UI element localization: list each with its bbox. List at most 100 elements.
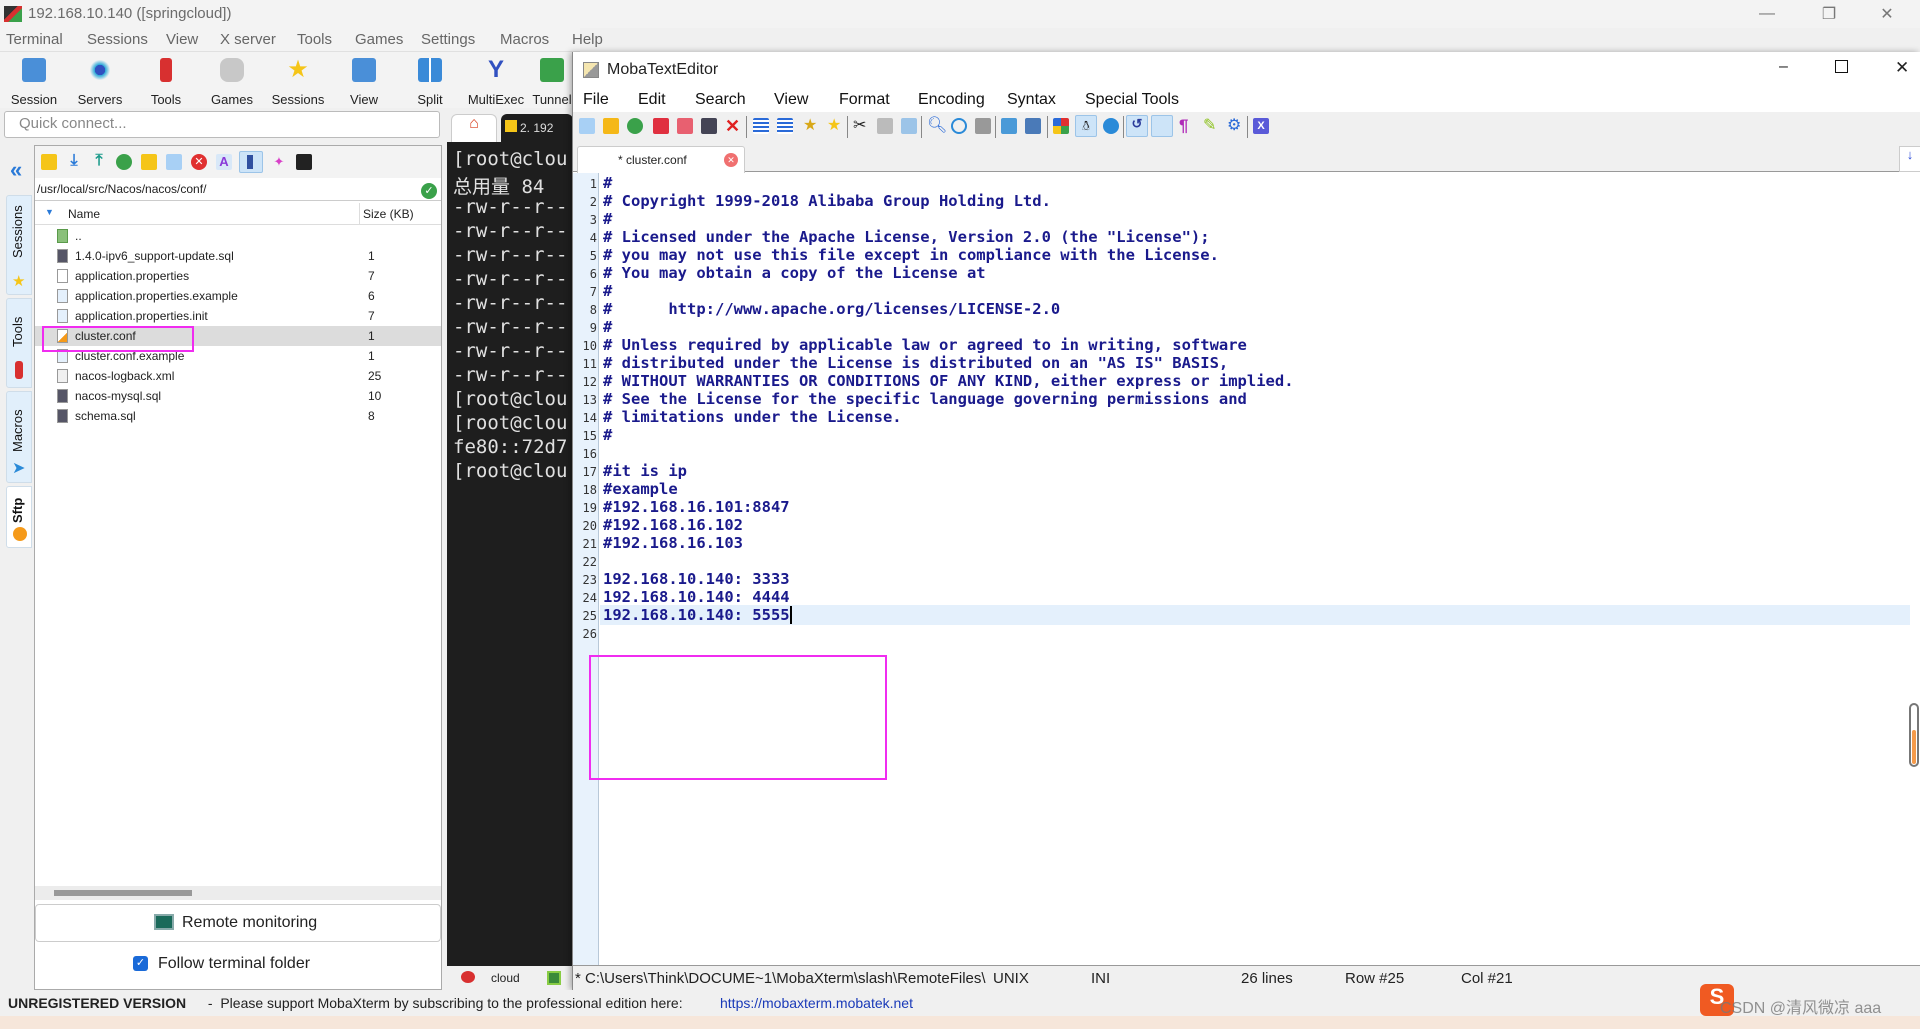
menu-xserver[interactable]: X server <box>220 31 276 48</box>
open-folder-icon[interactable] <box>603 118 619 134</box>
close-button[interactable]: ✕ <box>1864 0 1910 28</box>
menu-terminal[interactable]: Terminal <box>6 31 63 48</box>
editor-menu-encoding[interactable]: Encoding <box>918 91 985 109</box>
editor-menu-special-tools[interactable]: Special Tools <box>1085 91 1179 109</box>
minimize-button[interactable]: — <box>1744 0 1790 28</box>
file-row[interactable]: application.properties.example 6 <box>35 286 441 306</box>
terminal-session-tab[interactable]: 2. 192 <box>501 114 573 142</box>
menu-macros[interactable]: Macros <box>500 31 549 48</box>
save-icon[interactable] <box>653 118 669 134</box>
terminal-area[interactable]: [root@clou 总用量 84 -rw-r--r-- -rw-r--r-- … <box>447 108 572 966</box>
editor-menu-syntax[interactable]: Syntax <box>1007 91 1056 109</box>
compare-right-icon[interactable] <box>1025 118 1041 134</box>
games-button[interactable]: Games <box>201 56 263 108</box>
sftp-path-input[interactable]: /usr/local/src/Nacos/nacos/conf/ <box>35 179 441 201</box>
editor-text-area[interactable]: 1 2 3 4 5 6 7 8 9 10 11 12 13 14 15 16 17 18 19 20 21 22 23 24 2… <box>573 173 1920 965</box>
editor-menu-format[interactable]: Format <box>839 91 890 109</box>
file-row-parent[interactable]: .. <box>35 226 441 246</box>
menu-settings[interactable]: Settings <box>421 31 475 48</box>
remote-monitoring-button[interactable]: Remote monitoring <box>35 904 441 942</box>
new-file-icon[interactable] <box>579 118 595 134</box>
paste-icon[interactable] <box>901 118 917 134</box>
windows-eol-icon[interactable] <box>1053 118 1069 134</box>
bookmark-icon[interactable]: ★ <box>803 118 819 134</box>
linux-eol-icon[interactable]: 🐧︎ <box>1075 115 1097 137</box>
menu-sessions[interactable]: Sessions <box>87 31 148 48</box>
reload-icon[interactable] <box>627 118 643 134</box>
column-name[interactable]: Name <box>68 207 100 221</box>
servers-button[interactable]: Servers <box>69 56 131 108</box>
vertical-scrollbar[interactable] <box>1909 703 1919 767</box>
replace-icon[interactable] <box>951 118 967 134</box>
editor-maximize-button[interactable] <box>1835 60 1848 73</box>
tools-button[interactable]: Tools <box>135 56 197 108</box>
file-row[interactable]: nacos-logback.xml 25 <box>35 366 441 386</box>
refresh-icon[interactable] <box>116 154 132 170</box>
file-row[interactable]: 1.4.0-ipv6_support-update.sql 1 <box>35 246 441 266</box>
parent-folder-icon[interactable] <box>41 154 57 170</box>
editor-minimize-button[interactable]: – <box>1779 58 1788 76</box>
tab-close-icon[interactable]: ✕ <box>724 153 738 167</box>
download-icon[interactable]: ⤓ <box>66 153 82 170</box>
settings-gear-icon[interactable]: ⚙ <box>1227 118 1243 134</box>
toggle-hidden-files-icon[interactable] <box>239 151 263 173</box>
close-file-icon[interactable]: ✕ <box>725 117 741 135</box>
scrollbar-thumb[interactable] <box>54 890 192 896</box>
horizontal-scrollbar[interactable] <box>35 886 441 900</box>
goto-icon[interactable] <box>975 118 991 134</box>
exit-icon[interactable]: X <box>1253 118 1269 134</box>
indent-icon[interactable] <box>777 118 793 134</box>
side-tab-sftp[interactable]: Sftp <box>6 486 32 548</box>
split-button[interactable]: Split <box>399 56 461 108</box>
editor-menu-file[interactable]: File <box>583 91 609 109</box>
checkbox-checked-icon[interactable]: ✓ <box>133 956 148 971</box>
file-row[interactable]: nacos-mysql.sql 10 <box>35 386 441 406</box>
menu-help[interactable]: Help <box>572 31 603 48</box>
editor-tab-cluster-conf[interactable]: * cluster.conf ✕ <box>577 146 745 173</box>
magic-wand-icon[interactable]: ✦ <box>271 154 287 170</box>
save-as-icon[interactable] <box>677 118 693 134</box>
multiexec-button[interactable]: Y MultiExec <box>465 56 527 108</box>
sessions-button[interactable]: ★ Sessions <box>267 56 329 108</box>
tunnel-button[interactable]: Tunnel <box>527 56 577 108</box>
mobatek-link[interactable]: https://mobaxterm.mobatek.net <box>720 995 913 1011</box>
new-folder-icon[interactable] <box>141 154 157 170</box>
editor-menu-edit[interactable]: Edit <box>638 91 666 109</box>
editor-menu-view[interactable]: View <box>774 91 808 109</box>
menu-games[interactable]: Games <box>355 31 403 48</box>
side-tab-macros[interactable]: Macros ➤ <box>6 391 32 483</box>
file-row[interactable]: schema.sql 8 <box>35 406 441 426</box>
outdent-icon[interactable] <box>753 118 769 134</box>
column-size[interactable]: Size (KB) <box>363 207 414 221</box>
edit-mode-icon[interactable] <box>1151 115 1173 137</box>
next-bookmark-icon[interactable]: ★ <box>827 118 843 134</box>
pilcrow-icon[interactable]: ¶ <box>1179 117 1195 134</box>
word-wrap-icon[interactable]: ↺ <box>1126 115 1148 137</box>
editor-menu-search[interactable]: Search <box>695 91 746 109</box>
file-row[interactable]: application.properties.init 7 <box>35 306 441 326</box>
session-button[interactable]: Session <box>3 56 65 108</box>
delete-icon[interactable]: ✕ <box>191 154 207 170</box>
scroll-down-icon[interactable]: ↓ <box>1899 146 1920 172</box>
highlighter-icon[interactable]: ✎ <box>1203 118 1219 134</box>
restore-button[interactable]: ❐ <box>1806 0 1852 28</box>
rename-icon[interactable]: A <box>216 154 232 170</box>
upload-icon[interactable]: ⤒ <box>91 153 107 170</box>
home-tab[interactable]: ⌂ <box>451 114 497 142</box>
copy-icon[interactable] <box>877 118 893 134</box>
menu-view[interactable]: View <box>166 31 198 48</box>
collapse-icon[interactable]: « <box>10 157 22 183</box>
menu-tools[interactable]: Tools <box>297 31 332 48</box>
search-icon[interactable]: 🔍︎ <box>927 118 947 134</box>
quick-connect-input[interactable]: Quick connect... <box>4 111 440 138</box>
new-file-icon[interactable] <box>166 154 182 170</box>
side-tab-tools[interactable]: Tools <box>6 298 32 388</box>
editor-close-button[interactable]: ✕ <box>1895 58 1909 78</box>
follow-terminal-folder-checkbox[interactable]: ✓ Follow terminal folder <box>35 946 441 984</box>
mac-eol-icon[interactable] <box>1103 118 1119 134</box>
compare-left-icon[interactable] <box>1001 118 1017 134</box>
terminal-icon[interactable] <box>296 154 312 170</box>
print-icon[interactable] <box>701 118 717 134</box>
cut-icon[interactable]: ✂ <box>853 118 869 134</box>
file-row[interactable]: application.properties 7 <box>35 266 441 286</box>
